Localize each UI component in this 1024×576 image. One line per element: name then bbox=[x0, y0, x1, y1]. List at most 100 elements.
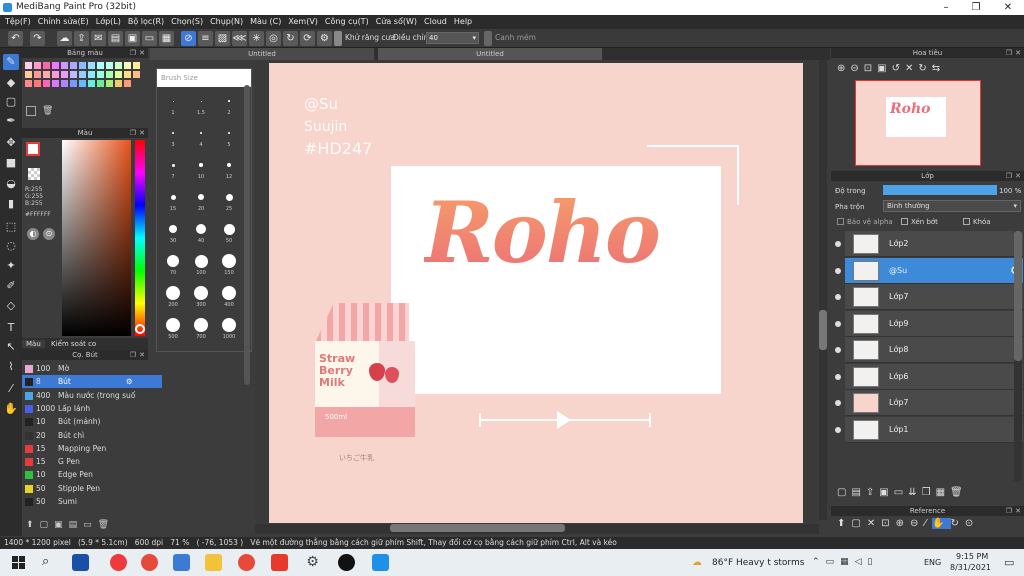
close-button[interactable]: ✕ bbox=[1000, 1, 1016, 14]
duplicate-icon[interactable]: ▤ bbox=[69, 520, 84, 530]
antialias-checkbox[interactable] bbox=[334, 31, 342, 46]
eraser-tool-icon[interactable]: ◆ bbox=[3, 75, 19, 91]
settings-icon[interactable]: ⚙ bbox=[317, 31, 332, 46]
color-swatch[interactable] bbox=[115, 71, 122, 78]
color-swatch[interactable] bbox=[97, 71, 104, 78]
menu-filter[interactable]: Bộ lọc(R) bbox=[127, 15, 170, 29]
brush-size-option[interactable]: 7 bbox=[160, 153, 186, 180]
brush-size-option[interactable]: 100 bbox=[188, 249, 214, 276]
parallel-snap-icon[interactable]: ≡ bbox=[198, 31, 213, 46]
rotate-icon[interactable]: ↻ bbox=[951, 518, 965, 529]
menu-help[interactable]: Help bbox=[453, 15, 478, 29]
copy-icon[interactable]: ❐ bbox=[922, 487, 936, 498]
fit-icon[interactable]: ⊡ bbox=[864, 63, 877, 74]
actual-size-icon[interactable]: ▣ bbox=[877, 63, 891, 74]
brush-item[interactable]: 400 Màu nước (trong suố bbox=[22, 389, 162, 402]
flip-icon[interactable]: ⇆ bbox=[932, 63, 945, 74]
tiktok-icon[interactable] bbox=[338, 554, 355, 571]
brush-size-option[interactable]: 300 bbox=[188, 281, 214, 308]
brush-item[interactable]: 20 Bút chì bbox=[22, 429, 162, 442]
clock-date[interactable]: 8/31/2021 bbox=[950, 563, 991, 572]
menu-color[interactable]: Màu (C) bbox=[249, 15, 287, 29]
layer-row[interactable]: Lớp1 bbox=[835, 416, 1023, 443]
brush-size-scrollbar[interactable] bbox=[244, 85, 250, 385]
undo-icon[interactable]: ↶ bbox=[8, 31, 23, 46]
perspective-snap-icon[interactable]: ✳ bbox=[249, 31, 264, 46]
color-swatch[interactable] bbox=[25, 62, 32, 69]
brush-size-option[interactable]: 15 bbox=[160, 185, 186, 212]
settings-icon[interactable]: ⚙ bbox=[304, 554, 321, 571]
brush-size-option[interactable]: 40 bbox=[188, 217, 214, 244]
menu-view[interactable]: Xem(V) bbox=[287, 15, 324, 29]
redo-icon[interactable]: ↷ bbox=[30, 31, 45, 46]
color-swatch[interactable] bbox=[52, 80, 59, 87]
horizontal-scrollbar[interactable] bbox=[255, 524, 819, 534]
trash-icon[interactable]: 🗑 bbox=[42, 106, 53, 116]
brush-item[interactable]: 8 Bút ⚙ bbox=[22, 375, 162, 389]
brush-item[interactable]: 10 Bút (mảnh) bbox=[22, 415, 162, 428]
brush-item[interactable]: 15 Mapping Pen bbox=[22, 442, 162, 455]
layer-row[interactable]: Lớp9 bbox=[835, 310, 1023, 337]
skype-icon[interactable] bbox=[372, 554, 389, 571]
zoom-out-icon[interactable]: ⊖ bbox=[910, 518, 924, 529]
frame-icon[interactable]: ▭ bbox=[142, 31, 157, 46]
color-swatch[interactable] bbox=[34, 62, 41, 69]
network-icon[interactable]: ▦ bbox=[840, 557, 855, 567]
layer-row[interactable]: Lớp6 bbox=[835, 363, 1023, 390]
snap-off-icon[interactable]: ⊘ bbox=[181, 31, 196, 46]
zoom-in-icon[interactable]: ⊕ bbox=[837, 63, 850, 74]
color-swatch[interactable] bbox=[70, 62, 77, 69]
select-pen-icon[interactable]: ✐ bbox=[3, 278, 19, 294]
brush-size-option[interactable]: 30 bbox=[160, 217, 186, 244]
color-swatch[interactable] bbox=[115, 62, 122, 69]
color-swatch[interactable] bbox=[79, 71, 86, 78]
bucket-tool-icon[interactable]: ◒ bbox=[3, 176, 19, 192]
chevron-up-icon[interactable]: ⌃ bbox=[812, 557, 826, 567]
layer-row[interactable]: Lớp8 bbox=[835, 337, 1023, 363]
color-swatch[interactable] bbox=[70, 80, 77, 87]
brush-size-option[interactable]: 400 bbox=[216, 281, 242, 308]
merge-icon[interactable]: ⇊ bbox=[908, 487, 921, 498]
duplicate-layer-icon[interactable]: ▣ bbox=[879, 487, 893, 498]
search-icon[interactable]: ⌕ bbox=[42, 554, 49, 569]
visibility-eye-icon[interactable] bbox=[835, 373, 841, 380]
brush-size-option[interactable]: 150 bbox=[216, 249, 242, 276]
brush-size-option[interactable]: 70 bbox=[160, 249, 186, 276]
circle-snap-icon[interactable]: ◎ bbox=[266, 31, 281, 46]
rotate-left-icon[interactable]: ↺ bbox=[892, 63, 905, 74]
dock-icon[interactable]: ❐ bbox=[1006, 506, 1012, 516]
color-swatch[interactable] bbox=[97, 62, 104, 69]
layer-scrollbar[interactable] bbox=[1014, 231, 1022, 481]
tab-untitled-2[interactable]: Untitled bbox=[378, 48, 603, 60]
weather-text[interactable]: 86°F Heavy t storms bbox=[712, 558, 804, 568]
menu-tools[interactable]: Công cụ(T) bbox=[324, 15, 375, 29]
lock-checkbox[interactable] bbox=[963, 218, 970, 225]
brush-size-option[interactable]: 20 bbox=[188, 185, 214, 212]
color-swatch[interactable] bbox=[133, 71, 140, 78]
color-swatch[interactable] bbox=[88, 71, 95, 78]
gradient-tool-icon[interactable]: ▮ bbox=[3, 196, 19, 212]
menu-cloud[interactable]: Cloud bbox=[423, 15, 453, 29]
cloud-icon[interactable]: ☁ bbox=[57, 31, 72, 46]
layer-row[interactable]: @Su⚙ bbox=[835, 257, 1023, 284]
language-indicator[interactable]: ENG bbox=[924, 558, 941, 567]
layer-row[interactable]: Lớp2 bbox=[835, 231, 1023, 257]
new-layer-icon[interactable]: ▢ bbox=[837, 487, 851, 498]
brush-size-option[interactable]: 10 bbox=[188, 153, 214, 180]
drawing-canvas[interactable]: @Su Suujin #HD247 Roho Straw Berry Milk … bbox=[269, 63, 803, 523]
notification-icon[interactable]: ▭ bbox=[1004, 556, 1014, 569]
visibility-eye-icon[interactable] bbox=[835, 426, 841, 433]
menu-layer[interactable]: Lớp(L) bbox=[95, 15, 127, 29]
color-swatch[interactable] bbox=[25, 80, 32, 87]
menu-edit[interactable]: Chỉnh sửa(E) bbox=[37, 15, 95, 29]
navigator-preview[interactable]: Roho bbox=[855, 80, 981, 166]
document-icon[interactable]: ▤ bbox=[108, 31, 123, 46]
eyedropper-icon[interactable]: ⊙ bbox=[43, 228, 55, 240]
shape-tool-icon[interactable]: ■ bbox=[3, 155, 19, 171]
chrome-icon[interactable] bbox=[141, 554, 158, 571]
minimize-button[interactable]: – bbox=[938, 1, 954, 14]
brush-item[interactable]: 50 Stipple Pen bbox=[22, 482, 162, 495]
color-swatch[interactable] bbox=[79, 62, 86, 69]
dock-icon[interactable]: ❐ bbox=[130, 128, 136, 138]
brush-item[interactable]: 15 G Pen bbox=[22, 455, 162, 468]
